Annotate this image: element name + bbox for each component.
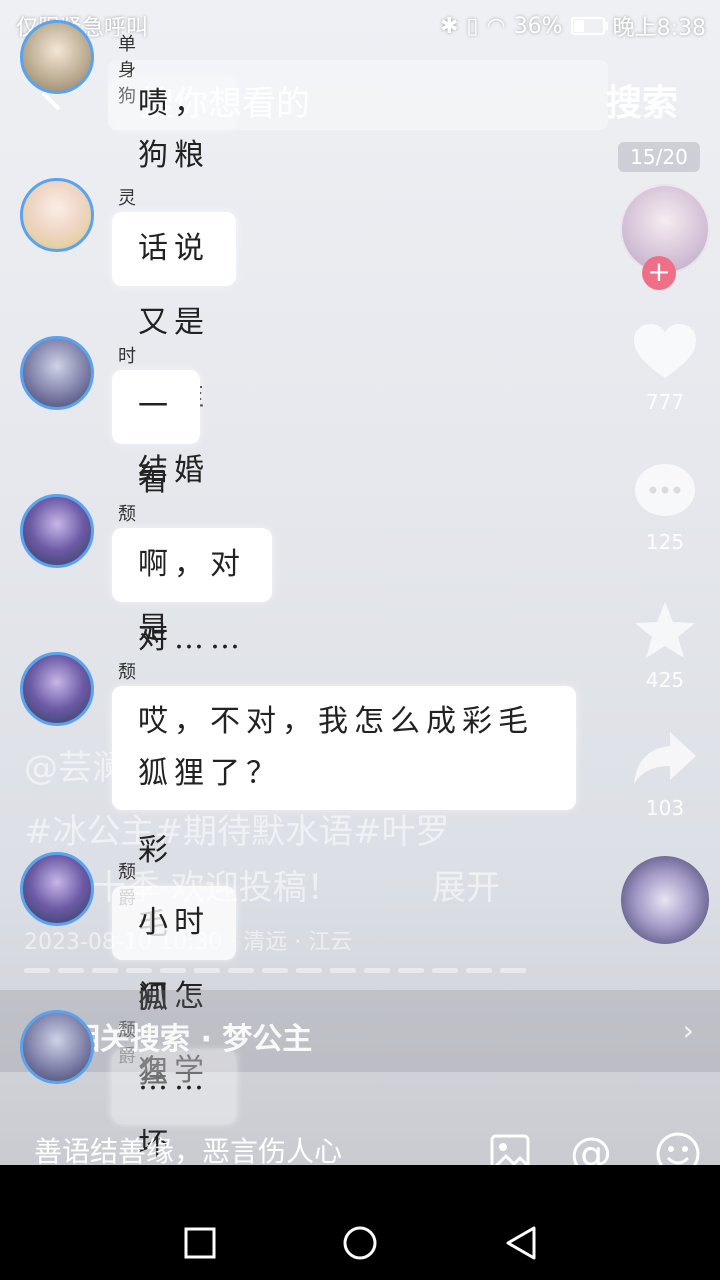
avatar — [20, 852, 94, 926]
comment-bar[interactable]: 善语结善缘，恶言伤人心 @ — [0, 1100, 720, 1177]
avatar — [20, 20, 94, 94]
page-indicator: 15/20 — [618, 142, 700, 172]
share-button[interactable]: 103 — [610, 728, 720, 820]
like-count: 777 — [645, 390, 685, 414]
star-icon[interactable] — [633, 600, 697, 660]
avatar — [20, 178, 94, 252]
message-bubble: 哎，不对，我怎么成彩毛狐狸了？ — [112, 686, 576, 810]
nav-recent-icon[interactable] — [184, 1227, 216, 1259]
progress-dots — [24, 968, 526, 973]
video-tags[interactable]: #冰公主#期待默水语#叶罗 — [24, 804, 449, 853]
message-bubble: 啊，对对…… — [112, 528, 272, 656]
search-button[interactable]: 搜索 — [606, 74, 678, 126]
system-nav-bar — [0, 1165, 720, 1280]
vibrate-icon: ▯ — [466, 13, 479, 39]
heart-icon[interactable] — [632, 322, 698, 382]
share-icon[interactable] — [632, 728, 698, 788]
avatar — [20, 1010, 94, 1084]
nav-back-icon[interactable] — [504, 1225, 538, 1261]
comment-button[interactable]: 125 — [610, 462, 720, 554]
comment-count: 125 — [645, 530, 685, 554]
creator-avatar[interactable]: + — [610, 184, 720, 294]
avatar — [20, 494, 94, 568]
share-count: 103 — [645, 796, 685, 820]
music-disc[interactable] — [610, 856, 720, 944]
music-disc-icon[interactable] — [621, 856, 709, 944]
battery-icon — [570, 17, 608, 35]
message-bubble: 啧，狗粮 — [112, 78, 236, 173]
favorite-button[interactable]: 425 — [610, 600, 720, 692]
chevron-right-icon: › — [682, 1014, 694, 1047]
message-bubble: 一看就是那个彩毛狐狸 — [112, 370, 200, 1090]
follow-plus-icon[interactable]: + — [642, 256, 676, 290]
status-bar: 仅限紧急呼叫 ✱ ▯ ◠ 36% 晚上8:38 — [0, 0, 720, 50]
expand-link[interactable]: 展开 — [432, 860, 500, 909]
avatar — [20, 336, 94, 410]
comment-icon[interactable] — [633, 462, 697, 522]
favorite-count: 425 — [645, 668, 685, 692]
related-search-bar[interactable]: 相关搜索 · 梦公主 › — [0, 990, 720, 1072]
message-bubble: 小时间怎么学坏了？ — [112, 886, 236, 1236]
bluetooth-icon: ✱ — [439, 13, 459, 39]
battery-percent: 36% — [513, 13, 563, 39]
message-bubble: 话说又是和谁结婚呢？ — [112, 212, 236, 562]
like-button[interactable]: 777 — [610, 322, 720, 414]
avatar — [20, 652, 94, 726]
comment-input[interactable]: 善语结善缘，恶言伤人心 — [34, 1130, 342, 1170]
clock: 晚上8:38 — [612, 16, 706, 41]
wifi-icon: ◠ — [486, 13, 506, 39]
nav-home-icon[interactable] — [342, 1225, 378, 1261]
